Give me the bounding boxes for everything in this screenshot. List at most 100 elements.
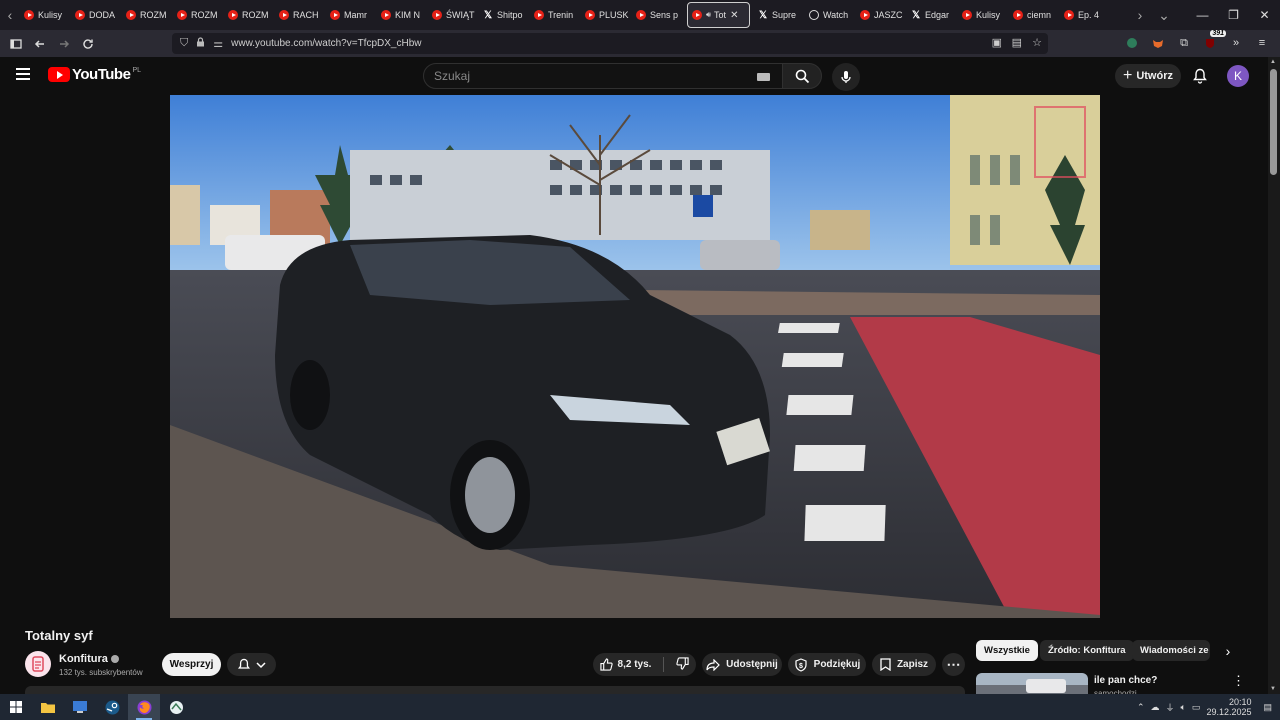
youtube-logo[interactable]: YouTube PL xyxy=(48,66,141,83)
browser-tab[interactable]: Mamr xyxy=(326,2,377,28)
recommendation-menu-icon[interactable]: ⋮ xyxy=(1232,673,1245,689)
browser-tab[interactable]: RACH xyxy=(275,2,326,28)
browser-tab-strip: ‹ Kulisy DODA ROZM ROZM ROZM RACH Mamr KIM N ŚWI… xyxy=(0,0,1280,30)
chip-news[interactable]: Wiadomości ze ś xyxy=(1132,640,1210,661)
country-code: PL xyxy=(132,66,141,74)
sidebar-toggle-icon[interactable] xyxy=(4,32,28,56)
steam-icon[interactable] xyxy=(96,694,128,720)
start-windows-icon[interactable] xyxy=(0,694,32,720)
video-player[interactable] xyxy=(170,95,1100,618)
address-bar[interactable]: ⛉ ⚌ www.youtube.com/watch?v=TfcpDX_cHbw … xyxy=(172,33,1048,54)
search-input[interactable]: Szukaj xyxy=(423,63,783,89)
tray-chevron-up-icon[interactable]: ⌃ xyxy=(1137,702,1145,713)
search-button[interactable] xyxy=(782,63,822,89)
browser-tab[interactable]: Watch xyxy=(805,2,856,28)
tab-audio-icon[interactable]: 🔊︎ xyxy=(706,10,711,20)
youtube-play-icon xyxy=(48,67,70,82)
tabs-scroll-right-icon[interactable]: › xyxy=(1130,0,1150,30)
browser-tab[interactable]: 🔊︎ Tot ✕ xyxy=(687,2,750,28)
browser-tab[interactable]: Ep. 4 xyxy=(1060,2,1111,28)
onedrive-icon[interactable]: ☁ xyxy=(1151,702,1160,713)
chip-source-channel[interactable]: Źródło: Konfitura xyxy=(1040,640,1134,661)
scroll-down-icon[interactable]: ▼ xyxy=(1270,686,1276,692)
tabs-scroll-left-icon[interactable]: ‹ xyxy=(0,0,20,30)
tab-label: Trenin xyxy=(548,10,574,20)
subscription-notifications-button[interactable] xyxy=(227,653,276,676)
save-button[interactable]: Zapisz xyxy=(872,653,936,676)
browser-tab[interactable]: Sens p xyxy=(632,2,683,28)
browser-tab[interactable]: JASZC xyxy=(856,2,907,28)
minimize-icon[interactable]: — xyxy=(1187,0,1218,30)
description-box[interactable] xyxy=(25,686,965,694)
voice-search-button[interactable] xyxy=(832,63,860,91)
close-tab-icon[interactable]: ✕ xyxy=(730,10,738,21)
page-scrollbar[interactable]: ▲ ▼ xyxy=(1268,57,1280,694)
scrollbar-thumb[interactable] xyxy=(1270,69,1277,175)
browser-tab[interactable]: KIM N xyxy=(377,2,428,28)
file-explorer-icon[interactable] xyxy=(32,694,64,720)
back-icon[interactable] xyxy=(28,32,52,56)
tracking-shield-icon[interactable]: ⛉ xyxy=(180,37,188,50)
chips-next-chevron-icon[interactable]: › xyxy=(1218,640,1238,661)
browser-tab[interactable]: Trenin xyxy=(530,2,581,28)
channel-avatar[interactable] xyxy=(25,651,51,677)
channel-name-link[interactable]: Konfitura xyxy=(59,653,119,665)
reader-view-icon[interactable]: ▤ xyxy=(1012,36,1022,49)
browser-tab[interactable]: ciemn xyxy=(1009,2,1060,28)
share-button[interactable]: Udostępnij xyxy=(702,653,782,676)
picture-in-picture-icon[interactable]: ▣ xyxy=(992,36,1002,49)
browser-tab[interactable]: ROZM xyxy=(122,2,173,28)
watch-icon xyxy=(809,10,819,20)
window-controls: — ❐ ✕ xyxy=(1187,0,1280,30)
volume-icon[interactable]: 🔈︎ xyxy=(1181,702,1186,713)
guide-menu-icon[interactable] xyxy=(16,68,30,80)
browser-tab[interactable]: Shitpo xyxy=(479,2,530,28)
tab-list-dropdown-icon[interactable]: ⌄ xyxy=(1154,0,1174,30)
browser-tab[interactable]: ROZM xyxy=(224,2,275,28)
like-button[interactable]: 8,2 tys. xyxy=(599,658,651,671)
browser-tab[interactable]: DODA xyxy=(71,2,122,28)
restore-icon[interactable]: ❐ xyxy=(1218,0,1249,30)
browser-tab[interactable]: Edgar xyxy=(907,2,958,28)
dislike-button[interactable] xyxy=(676,656,690,673)
taskbar-clock[interactable]: 20:10 29.12.2025 xyxy=(1206,697,1251,717)
more-actions-icon[interactable]: ⋯ xyxy=(942,653,965,676)
support-button[interactable]: Wesprzyj xyxy=(162,653,221,676)
youtube-icon xyxy=(692,10,702,20)
svg-text:$: $ xyxy=(799,663,803,670)
browser-tab[interactable]: ŚWIĄT xyxy=(428,2,479,28)
account-avatar[interactable]: K xyxy=(1227,65,1249,87)
shield-extension-icon[interactable] xyxy=(1122,33,1142,53)
lock-icon[interactable] xyxy=(196,37,205,50)
firefox-taskbar-icon[interactable] xyxy=(128,694,160,720)
recommendation-title[interactable]: ile pan chce? xyxy=(1094,675,1157,686)
browser-tab[interactable]: ROZM xyxy=(173,2,224,28)
app-icon[interactable] xyxy=(160,694,192,720)
thanks-button[interactable]: $ Podziękuj xyxy=(788,653,866,676)
permissions-icon[interactable]: ⚌ xyxy=(213,37,223,50)
forward-icon[interactable] xyxy=(52,32,76,56)
fox-extension-icon[interactable] xyxy=(1148,33,1168,53)
bookmark-star-icon[interactable]: ☆ xyxy=(1032,36,1042,49)
create-button[interactable]: + Utwórz xyxy=(1115,64,1181,88)
desktop-app-icon[interactable] xyxy=(64,694,96,720)
notifications-bell-icon[interactable] xyxy=(1190,66,1210,86)
keyboard-icon[interactable] xyxy=(757,73,770,81)
scroll-up-icon[interactable]: ▲ xyxy=(1270,59,1276,65)
extensions-puzzle-icon[interactable]: ⧉ xyxy=(1174,33,1194,53)
browser-tab[interactable]: Kulisy xyxy=(958,2,1009,28)
tab-label: Watch xyxy=(823,10,849,20)
tab-label: Ep. 4 xyxy=(1078,10,1100,20)
browser-tab[interactable]: Supre xyxy=(754,2,805,28)
more-tools-icon[interactable]: » xyxy=(1226,33,1246,53)
notifications-center-icon[interactable]: ▤ xyxy=(1263,702,1272,713)
browser-tab[interactable]: Kulisy xyxy=(20,2,71,28)
network-icon[interactable]: ▭ xyxy=(1192,702,1201,713)
reload-icon[interactable] xyxy=(76,32,100,56)
close-window-icon[interactable]: ✕ xyxy=(1249,0,1280,30)
browser-tab[interactable]: PLUSK xyxy=(581,2,632,28)
usb-icon[interactable]: ⏚ xyxy=(1166,701,1175,714)
app-menu-icon[interactable]: ≡ xyxy=(1252,33,1272,53)
chip-all[interactable]: Wszystkie xyxy=(976,640,1038,661)
ublock-icon[interactable]: 391 xyxy=(1200,30,1226,53)
